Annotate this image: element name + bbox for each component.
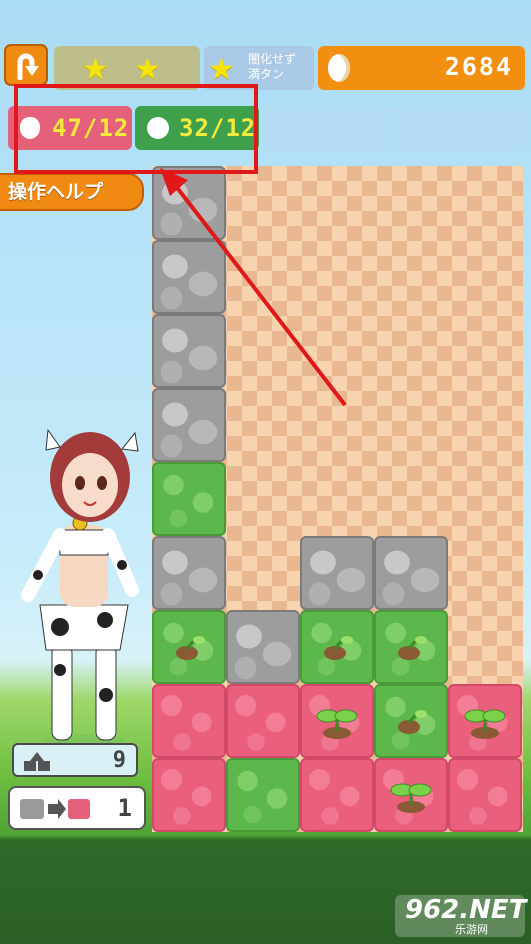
coin-count: 2684: [444, 52, 513, 81]
board-tile-green-seed[interactable]: [374, 610, 448, 684]
stock-count: 9: [112, 748, 126, 773]
board-tile-pink-sprout[interactable]: [374, 758, 448, 832]
board-tile-rock[interactable]: [152, 388, 226, 462]
convert-block-icon: [20, 799, 90, 819]
highlight-box: [14, 84, 258, 174]
board-tile-pink-sprout[interactable]: [448, 684, 522, 758]
board-tile-rock[interactable]: [152, 314, 226, 388]
board-tile-rock[interactable]: [152, 166, 226, 240]
board-tile-green-seed[interactable]: [152, 610, 226, 684]
convert-panel[interactable]: 1: [8, 786, 146, 830]
puzzle-board[interactable]: [152, 166, 523, 832]
board-tile-pink[interactable]: [152, 684, 226, 758]
coin-panel: 2684: [318, 46, 525, 90]
board-tile-pink[interactable]: [448, 758, 522, 832]
coin-icon: [328, 54, 350, 82]
board-tile-green-seed[interactable]: [300, 610, 374, 684]
bonus-condition-text: 闇化せず 満タン: [248, 52, 297, 81]
box-stack-icon: [24, 752, 50, 771]
cow-girl-character: [21, 428, 139, 745]
star-icon: ★: [134, 52, 161, 87]
back-arrow-icon: [17, 53, 39, 80]
board-tile-green[interactable]: [152, 462, 226, 536]
board-tile-rock[interactable]: [226, 610, 300, 684]
star-icon: ★: [82, 52, 109, 87]
goal-slot-empty: [396, 106, 525, 150]
convert-count: 1: [117, 794, 132, 822]
board-tile-pink[interactable]: [152, 758, 226, 832]
stock-panel: 9: [12, 743, 138, 777]
board-tile-pink[interactable]: [226, 684, 300, 758]
goal-slot-empty: [265, 106, 392, 150]
back-button[interactable]: [4, 44, 48, 86]
board-tile-green-seed[interactable]: [374, 684, 448, 758]
board-tile-green[interactable]: [226, 758, 300, 832]
board-tile-rock[interactable]: [374, 536, 448, 610]
watermark-subtext: 乐游网: [455, 923, 488, 936]
board-tile-rock[interactable]: [152, 536, 226, 610]
help-button[interactable]: 操作ヘルプ: [0, 173, 144, 211]
board-tile-rock[interactable]: [300, 536, 374, 610]
board-tile-rock[interactable]: [152, 240, 226, 314]
board-tile-pink-sprout[interactable]: [300, 684, 374, 758]
watermark-logo: 962.NET 乐游网: [395, 895, 526, 937]
star-icon: ★: [208, 52, 235, 87]
board-tile-pink[interactable]: [300, 758, 374, 832]
